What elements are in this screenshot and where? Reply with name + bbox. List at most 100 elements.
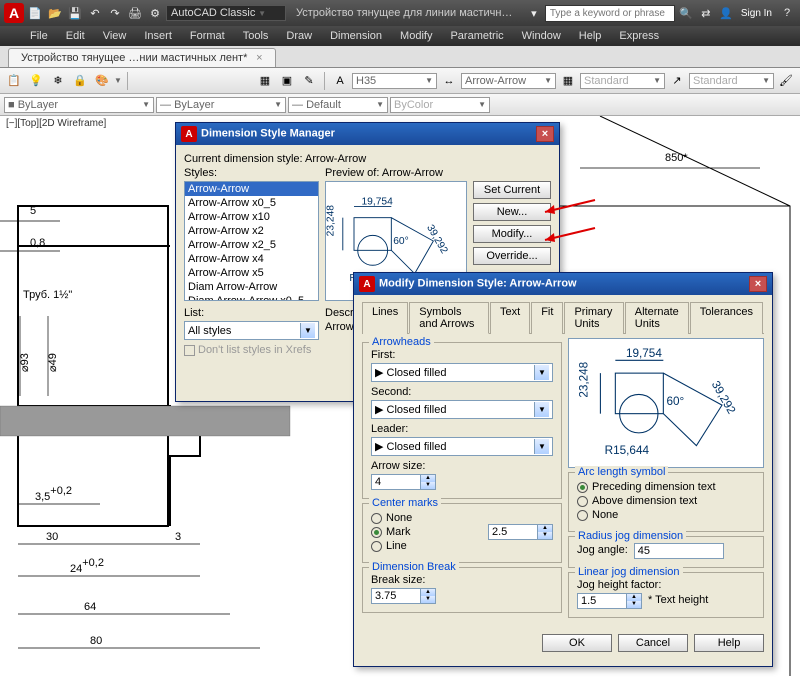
arrowsize-spinner[interactable]: ▲▼ (371, 474, 553, 490)
spin-up-icon[interactable]: ▲ (538, 525, 552, 532)
text-style-icon[interactable]: A (330, 71, 350, 91)
mds-close-button[interactable]: × (749, 276, 767, 292)
layer-freeze-icon[interactable]: ❄ (48, 71, 68, 91)
menu-format[interactable]: Format (190, 30, 225, 42)
dsm-list-filter-combo[interactable]: All styles▼ (184, 321, 319, 340)
second-arrow-combo[interactable]: ▶ Closed filled▼ (371, 400, 553, 419)
style-item[interactable]: Arrow-Arrow x2_5 (185, 238, 318, 252)
ok-button[interactable]: OK (542, 634, 612, 652)
center-size-input[interactable] (488, 524, 538, 540)
center-size-spinner[interactable]: ▲▼ (488, 524, 553, 540)
center-line-radio[interactable]: Line (371, 540, 412, 552)
linetype-combo[interactable]: — ByLayer▼ (156, 97, 286, 113)
spin-up-icon[interactable]: ▲ (421, 589, 435, 596)
spin-down-icon[interactable]: ▼ (421, 482, 435, 489)
save-icon[interactable]: 💾 (66, 4, 84, 22)
textstyle-combo[interactable]: H35▼ (352, 73, 437, 89)
arc-above-radio[interactable]: Above dimension text (577, 495, 755, 507)
style-item[interactable]: Arrow-Arrow x2 (185, 224, 318, 238)
signin-link[interactable]: Sign In (741, 8, 772, 19)
style-item[interactable]: Arrow-Arrow (185, 182, 318, 196)
style-item[interactable]: Diam Arrow-Arrow (185, 280, 318, 294)
menu-file[interactable]: File (30, 30, 48, 42)
plotcolor-combo[interactable]: ByColor▼ (390, 97, 490, 113)
close-tab-icon[interactable]: × (256, 52, 262, 64)
override-button[interactable]: Override... (473, 247, 551, 265)
joghf-spinner[interactable]: ▲▼ (577, 593, 642, 609)
layer-lock-icon[interactable]: 🔒 (70, 71, 90, 91)
layer-combo[interactable]: ■ ByLayer▼ (4, 97, 154, 113)
center-none-radio[interactable]: None (371, 512, 412, 524)
breaksize-input[interactable] (371, 588, 421, 604)
arc-none-radio[interactable]: None (577, 509, 755, 521)
spin-down-icon[interactable]: ▼ (538, 532, 552, 539)
breaksize-spinner[interactable]: ▲▼ (371, 588, 553, 604)
center-mark-radio[interactable]: Mark (371, 526, 412, 538)
tab-text[interactable]: Text (490, 302, 530, 334)
print-icon[interactable]: 🖨 (126, 4, 144, 22)
spin-down-icon[interactable]: ▼ (421, 596, 435, 603)
spin-up-icon[interactable]: ▲ (421, 475, 435, 482)
block-insert-icon[interactable]: ▦ (255, 71, 275, 91)
menu-window[interactable]: Window (522, 30, 561, 42)
style-item[interactable]: Arrow-Arrow x10 (185, 210, 318, 224)
menu-parametric[interactable]: Parametric (450, 30, 503, 42)
chevron-down-icon[interactable]: ▾ (525, 4, 543, 22)
mleaderstyle-combo[interactable]: Standard▼ (689, 73, 774, 89)
tablestyle-combo[interactable]: Standard▼ (580, 73, 665, 89)
dim-style-icon[interactable]: ↔ (439, 71, 459, 91)
user-icon[interactable]: 👤 (717, 4, 735, 22)
mds-titlebar[interactable]: AModify Dimension Style: Arrow-Arrow × (354, 273, 772, 295)
menu-edit[interactable]: Edit (66, 30, 85, 42)
cancel-button[interactable]: Cancel (618, 634, 688, 652)
workspace-combo[interactable]: AutoCAD Classic ▼ (166, 5, 286, 21)
layer-color-icon[interactable]: 🎨 (92, 71, 112, 91)
arc-preceding-radio[interactable]: Preceding dimension text (577, 481, 755, 493)
block-edit-icon[interactable]: ✎ (299, 71, 319, 91)
dsm-close-button[interactable]: × (536, 126, 554, 142)
document-tab[interactable]: Устройство тянущее …нии мастичных лент* … (8, 48, 276, 67)
open-icon[interactable]: 📂 (46, 4, 64, 22)
style-item[interactable]: Arrow-Arrow x5 (185, 266, 318, 280)
set-current-button[interactable]: Set Current (473, 181, 551, 199)
menu-help[interactable]: Help (579, 30, 602, 42)
spin-down-icon[interactable]: ▼ (627, 601, 641, 608)
tab-symbols-arrows[interactable]: Symbols and Arrows (409, 302, 489, 334)
arrowsize-input[interactable] (371, 474, 421, 490)
plot-style-icon[interactable]: 🖌 (776, 71, 796, 91)
new-button[interactable]: New... (473, 203, 551, 221)
tab-alternate-units[interactable]: Alternate Units (625, 302, 689, 334)
tab-tolerances[interactable]: Tolerances (690, 302, 763, 334)
lineweight-combo[interactable]: — Default▼ (288, 97, 388, 113)
search-input[interactable] (545, 5, 675, 22)
new-icon[interactable]: 📄 (26, 4, 44, 22)
help-button[interactable]: Help (694, 634, 764, 652)
menu-view[interactable]: View (103, 30, 127, 42)
style-item[interactable]: Arrow-Arrow x4 (185, 252, 318, 266)
dsm-styles-listbox[interactable]: Arrow-Arrow Arrow-Arrow x0_5 Arrow-Arrow… (184, 181, 319, 301)
tab-primary-units[interactable]: Primary Units (564, 302, 623, 334)
table-style-icon[interactable]: ▦ (558, 71, 578, 91)
help-icon[interactable]: ? (778, 4, 796, 22)
menu-dimension[interactable]: Dimension (330, 30, 382, 42)
menu-modify[interactable]: Modify (400, 30, 432, 42)
jogangle-input[interactable] (634, 543, 724, 559)
style-item[interactable]: Arrow-Arrow x0_5 (185, 196, 318, 210)
mleader-style-icon[interactable]: ↗ (667, 71, 687, 91)
toolbar-chevron-icon[interactable]: ▼ (114, 76, 122, 85)
block-create-icon[interactable]: ▣ (277, 71, 297, 91)
leader-arrow-combo[interactable]: ▶ Closed filled▼ (371, 437, 553, 456)
dsm-titlebar[interactable]: ADimension Style Manager × (176, 123, 559, 145)
menu-draw[interactable]: Draw (286, 30, 312, 42)
menu-insert[interactable]: Insert (144, 30, 172, 42)
spin-up-icon[interactable]: ▲ (627, 594, 641, 601)
style-item[interactable]: Diam Arrow-Arrow x0_5 (185, 294, 318, 301)
first-arrow-combo[interactable]: ▶ Closed filled▼ (371, 363, 553, 382)
tab-lines[interactable]: Lines (362, 302, 408, 334)
gear-icon[interactable]: ⚙ (146, 4, 164, 22)
joghf-input[interactable] (577, 593, 627, 609)
redo-icon[interactable]: ↷ (106, 4, 124, 22)
binoculars-icon[interactable]: 🔍 (677, 4, 695, 22)
dimstyle-combo[interactable]: Arrow-Arrow▼ (461, 73, 556, 89)
menu-express[interactable]: Express (619, 30, 659, 42)
